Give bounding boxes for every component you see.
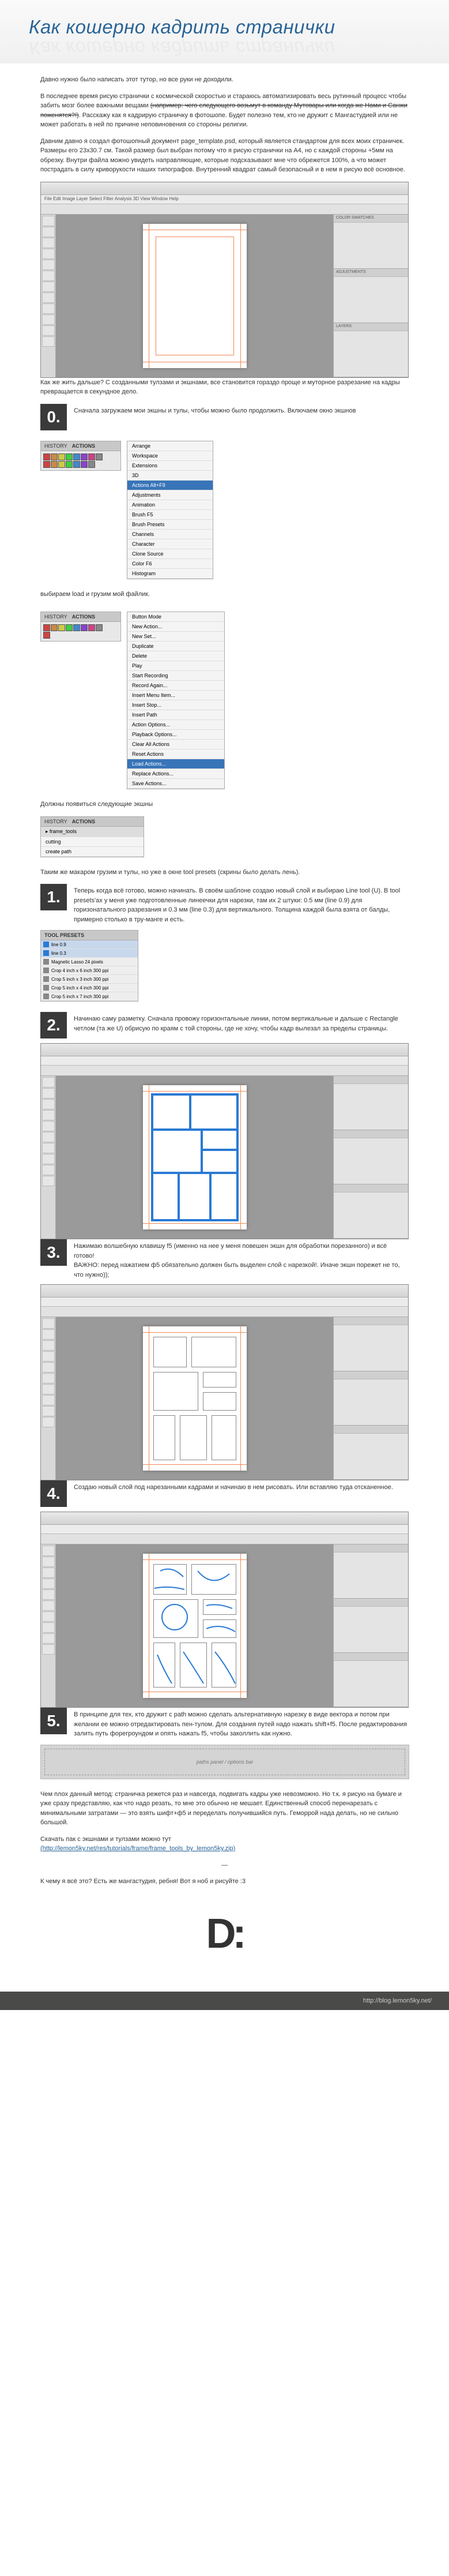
tool-preset-item[interactable]: Crop 4 inch x 6 inch 300 ppi: [41, 966, 138, 975]
outro-p2: Скачать пак с экшнами и тулзами можно ту…: [40, 1835, 409, 1854]
loaded-actions-panel: HISTORY ACTIONS ▸ frame_tools cutting cr…: [40, 816, 144, 857]
step-0: 0. Сначала загружаем мои экшны и тулы, ч…: [40, 404, 409, 430]
outro-p3: К чему я всё это? Есть же мангастудия, р…: [40, 1877, 409, 1887]
menu-item[interactable]: New Set...: [127, 632, 224, 642]
menu-item[interactable]: Insert Path: [127, 710, 224, 720]
step-1: 1. Теперь когда всё готово, можно начина…: [40, 884, 409, 924]
menu-item[interactable]: Start Recording: [127, 671, 224, 681]
tool-preset-item[interactable]: Crop 5 inch x 7 inch 300 ppi: [41, 992, 138, 1001]
intro-p3: Давним давно я создал фотошопный докумен…: [40, 137, 409, 175]
step-5: 5. В принципе для тех, кто дружит с path…: [40, 1708, 409, 1739]
menu-item[interactable]: Load Actions...: [127, 759, 224, 769]
step-4: 4. Создаю новый слой под нарезанными кад…: [40, 1480, 409, 1507]
tool-preset-item[interactable]: line 0.9: [41, 940, 138, 949]
menu-item[interactable]: Duplicate: [127, 642, 224, 651]
menu-item[interactable]: Insert Menu Item...: [127, 691, 224, 700]
screenshot-step3: [40, 1284, 409, 1480]
intro-p1: Давно нужно было написать этот тутор, но…: [40, 75, 409, 85]
window-menu: ArrangeWorkspaceExtensions3DActions Alt+…: [127, 441, 213, 579]
menu-item[interactable]: Brush Presets: [127, 520, 213, 530]
step0-after1: выбираем load и грузим мой файлик.: [40, 590, 409, 599]
menu-item[interactable]: Character: [127, 539, 213, 549]
menu-item[interactable]: 3D: [127, 471, 213, 481]
menu-item[interactable]: Save Actions...: [127, 779, 224, 789]
sad-face-icon: D:: [206, 1910, 243, 1958]
sketch-overlay: [143, 1554, 247, 1698]
menu-item[interactable]: Button Mode: [127, 612, 224, 622]
screenshot-step5: paths panel / options bar: [40, 1745, 409, 1779]
menu-item[interactable]: Record Again...: [127, 681, 224, 691]
after-img1: Как же жить дальше? С созданными тулзами…: [40, 378, 409, 397]
menu-item[interactable]: Channels: [127, 530, 213, 539]
step-number: 0.: [40, 404, 67, 430]
screenshot-template-psd: File Edit Image Layer Select Filter Anal…: [40, 182, 409, 378]
outro-p1: Чем плох данный метод: страничка режется…: [40, 1790, 409, 1828]
menu-item[interactable]: Workspace: [127, 451, 213, 461]
menu-item[interactable]: Arrange: [127, 441, 213, 451]
page-title: Как кошерно кадрить странички: [29, 16, 420, 38]
screenshot-step4: [40, 1512, 409, 1708]
sad-face-area: D:: [40, 1893, 409, 1974]
step0-after3: Таким же макаром грузим и тулы, но уже в…: [40, 868, 409, 878]
actions-panel: HISTORY ACTIONS: [40, 441, 121, 471]
tool-preset-item[interactable]: Magnetic Lasso 24 pixels: [41, 958, 138, 966]
tool-preset-item[interactable]: Crop 5 inch x 4 inch 300 ppi: [41, 984, 138, 992]
menu-item[interactable]: Clear All Actions: [127, 740, 224, 749]
menu-item[interactable]: Actions Alt+F9: [127, 481, 213, 490]
tool-presets-panel: TOOL PRESETS line 0.9line 0.3Magnetic La…: [40, 930, 138, 1002]
action-item[interactable]: cutting: [41, 837, 144, 847]
tab-history[interactable]: HISTORY: [44, 443, 67, 449]
flyout-menu: Button ModeNew Action...New Set...Duplic…: [127, 612, 225, 789]
menu-item[interactable]: Insert Stop...: [127, 700, 224, 710]
content-area: Давно нужно было написать этот тутор, но…: [0, 63, 449, 1992]
menu-item[interactable]: Replace Actions...: [127, 769, 224, 779]
menu-item[interactable]: Animation: [127, 500, 213, 510]
title-reflection: Как кошерно кадрить странички: [29, 37, 420, 59]
menu-item[interactable]: Delete: [127, 651, 224, 661]
menu-item[interactable]: Action Options...: [127, 720, 224, 730]
menu-item[interactable]: Extensions: [127, 461, 213, 471]
menu-item[interactable]: Play: [127, 661, 224, 671]
menu-item[interactable]: Adjustments: [127, 490, 213, 500]
intro-p2: В последнее время рисую странички с косм…: [40, 92, 409, 130]
menu-item[interactable]: Clone Source: [127, 549, 213, 559]
separator: —: [40, 1861, 409, 1870]
tab-actions[interactable]: ACTIONS: [72, 443, 96, 449]
step-3: 3. Нажимаю волшебную клавишу f5 (именно …: [40, 1239, 409, 1280]
menu-item[interactable]: New Action...: [127, 622, 224, 632]
menu-item[interactable]: Color F6: [127, 559, 213, 569]
tool-preset-item[interactable]: Crop 5 inch x 3 inch 300 ppi: [41, 975, 138, 984]
action-buttons-grid: [41, 451, 110, 470]
download-link[interactable]: (http://lemon5ky.net/res/tutorials/frame…: [40, 1845, 235, 1852]
actions-panel-2: HISTORY ACTIONS: [40, 612, 121, 642]
action-item[interactable]: create path: [41, 847, 144, 857]
menu-item[interactable]: Histogram: [127, 569, 213, 579]
screenshot-step2: [40, 1043, 409, 1239]
step0-after2: Должны появиться следующие экшны: [40, 800, 409, 809]
footer-bar: http://blog.lemon5ky.net/: [0, 1992, 449, 2010]
menu-item[interactable]: Reset Actions: [127, 749, 224, 759]
step-2: 2. Начинаю саму разметку. Сначала провож…: [40, 1012, 409, 1038]
footer-url: http://blog.lemon5ky.net/: [363, 1997, 432, 2004]
page-header: Как кошерно кадрить странички Как кошерн…: [0, 0, 449, 63]
tool-preset-item[interactable]: line 0.3: [41, 949, 138, 958]
menu-item[interactable]: Playback Options...: [127, 730, 224, 740]
action-item[interactable]: ▸ frame_tools: [41, 827, 144, 837]
menu-item[interactable]: Brush F5: [127, 510, 213, 520]
